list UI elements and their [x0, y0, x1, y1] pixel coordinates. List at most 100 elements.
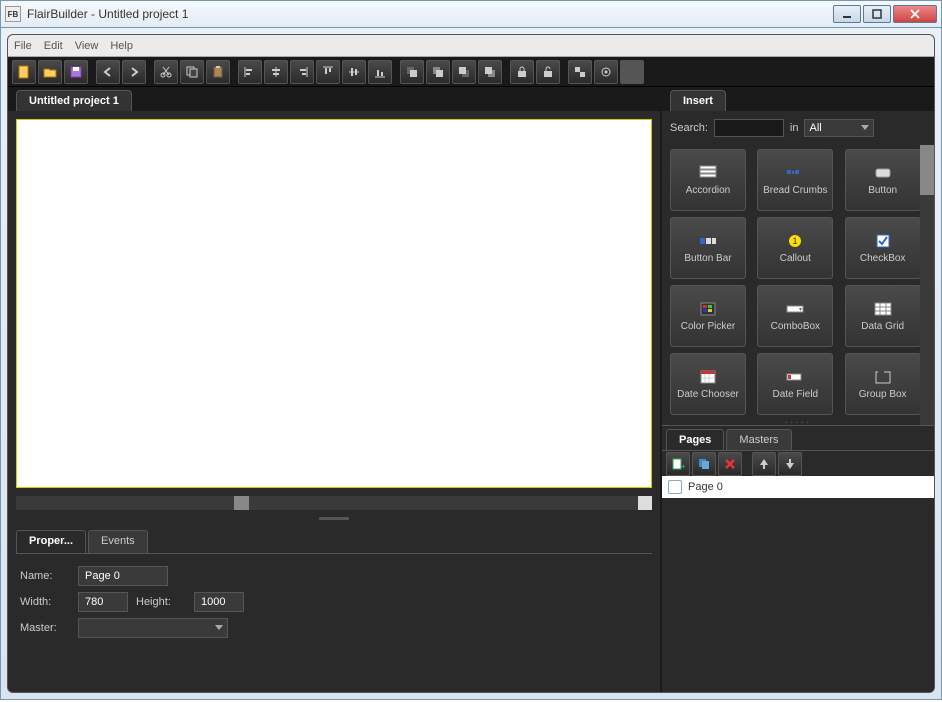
component-group-box[interactable]: Group Box	[845, 353, 921, 415]
components-grid: Accordion ›Bread CrumbsButton Button Bar 1 C…	[662, 145, 934, 419]
name-label: Name:	[20, 570, 70, 582]
canvas-area	[8, 111, 660, 496]
menu-help[interactable]: Help	[110, 40, 133, 52]
component-label: Date Chooser	[677, 389, 739, 400]
bring-front-button[interactable]	[400, 60, 424, 84]
search-input[interactable]	[714, 119, 784, 137]
master-select[interactable]	[78, 618, 228, 638]
ungroup-button[interactable]	[594, 60, 618, 84]
send-back-button[interactable]	[478, 60, 502, 84]
width-input[interactable]	[78, 592, 128, 612]
menu-edit[interactable]: Edit	[44, 40, 63, 52]
in-label: in	[790, 122, 799, 134]
date-chooser-icon	[699, 369, 717, 385]
combobox-icon	[786, 301, 804, 317]
page-item[interactable]: Page 0	[662, 476, 934, 498]
new-page-button[interactable]: +	[666, 452, 690, 476]
window-title: FlairBuilder - Untitled project 1	[27, 7, 833, 21]
search-row: Search: in All	[662, 111, 934, 145]
extra-button[interactable]	[620, 60, 644, 84]
tab-events[interactable]: Events	[88, 530, 148, 553]
pages-panel: Pages Masters +	[662, 425, 934, 692]
callout-icon: 1	[786, 233, 804, 249]
component-date-chooser[interactable]: Date Chooser	[670, 353, 746, 415]
filter-select[interactable]: All	[804, 119, 874, 137]
align-center-v-button[interactable]	[342, 60, 366, 84]
redo-button[interactable]	[122, 60, 146, 84]
move-up-button[interactable]	[752, 452, 776, 476]
component-combobox[interactable]: ComboBox	[757, 285, 833, 347]
align-center-h-button[interactable]	[264, 60, 288, 84]
tab-pages[interactable]: Pages	[666, 429, 724, 450]
tab-masters[interactable]: Masters	[726, 429, 791, 450]
canvas-tab-active[interactable]: Untitled project 1	[16, 90, 132, 111]
height-input[interactable]	[194, 592, 244, 612]
menu-file[interactable]: File	[14, 40, 32, 52]
app-window: FB FlairBuilder - Untitled project 1 Fil…	[0, 0, 942, 702]
delete-page-button[interactable]	[718, 452, 742, 476]
tab-properties[interactable]: Proper...	[16, 530, 86, 553]
maximize-button[interactable]	[863, 5, 891, 23]
move-down-button[interactable]	[778, 452, 802, 476]
group-button[interactable]	[568, 60, 592, 84]
components-v-scrollbar[interactable]	[920, 145, 934, 425]
horizontal-splitter[interactable]	[8, 514, 660, 522]
undo-button[interactable]	[96, 60, 120, 84]
data-grid-icon	[874, 301, 892, 317]
main-toolbar	[8, 57, 934, 87]
page-icon	[668, 480, 682, 494]
component-data-grid[interactable]: Data Grid	[845, 285, 921, 347]
date-field-icon	[786, 369, 804, 385]
component-label: Color Picker	[681, 321, 735, 332]
paste-button[interactable]	[206, 60, 230, 84]
component-callout[interactable]: 1 Callout	[757, 217, 833, 279]
unlock-button[interactable]	[536, 60, 560, 84]
component-label: CheckBox	[860, 253, 906, 264]
app-icon: FB	[5, 6, 21, 22]
component-color-picker[interactable]: Color Picker	[670, 285, 746, 347]
align-bottom-button[interactable]	[368, 60, 392, 84]
minimize-button[interactable]	[833, 5, 861, 23]
new-button[interactable]	[12, 60, 36, 84]
titlebar[interactable]: FB FlairBuilder - Untitled project 1	[0, 0, 942, 28]
component-button[interactable]: Button	[845, 149, 921, 211]
height-label: Height:	[136, 596, 186, 608]
search-label: Search:	[670, 122, 708, 134]
component-accordion[interactable]: Accordion	[670, 149, 746, 211]
save-button[interactable]	[64, 60, 88, 84]
button-icon	[874, 165, 892, 181]
send-backward-button[interactable]	[452, 60, 476, 84]
close-button[interactable]	[893, 5, 937, 23]
component-label: Data Grid	[861, 321, 904, 332]
align-top-button[interactable]	[316, 60, 340, 84]
bread-crumbs-icon: ›	[786, 165, 804, 181]
component-date-field[interactable]: Date Field	[757, 353, 833, 415]
component-bread-crumbs[interactable]: ›Bread Crumbs	[757, 149, 833, 211]
duplicate-page-button[interactable]	[692, 452, 716, 476]
menu-view[interactable]: View	[75, 40, 99, 52]
name-input[interactable]	[78, 566, 168, 586]
lock-button[interactable]	[510, 60, 534, 84]
component-label: Accordion	[686, 185, 730, 196]
pages-list: Page 0	[662, 476, 934, 692]
component-checkbox[interactable]: CheckBox	[845, 217, 921, 279]
tab-insert[interactable]: Insert	[670, 90, 726, 111]
svg-text:+: +	[681, 462, 685, 471]
copy-button[interactable]	[180, 60, 204, 84]
button-bar-icon	[699, 233, 717, 249]
open-button[interactable]	[38, 60, 62, 84]
page-item-label: Page 0	[688, 481, 723, 493]
align-right-button[interactable]	[290, 60, 314, 84]
canvas-h-scrollbar[interactable]	[16, 496, 652, 510]
component-label: Date Field	[773, 389, 819, 400]
cut-button[interactable]	[154, 60, 178, 84]
bring-forward-button[interactable]	[426, 60, 450, 84]
width-label: Width:	[20, 596, 70, 608]
page-canvas[interactable]	[16, 119, 652, 488]
component-label: Callout	[780, 253, 811, 264]
properties-panel: Proper... Events Name: Width: Hei	[8, 522, 660, 692]
accordion-icon	[699, 165, 717, 181]
component-button-bar[interactable]: Button Bar	[670, 217, 746, 279]
menubar: File Edit View Help	[8, 35, 934, 57]
align-left-button[interactable]	[238, 60, 262, 84]
